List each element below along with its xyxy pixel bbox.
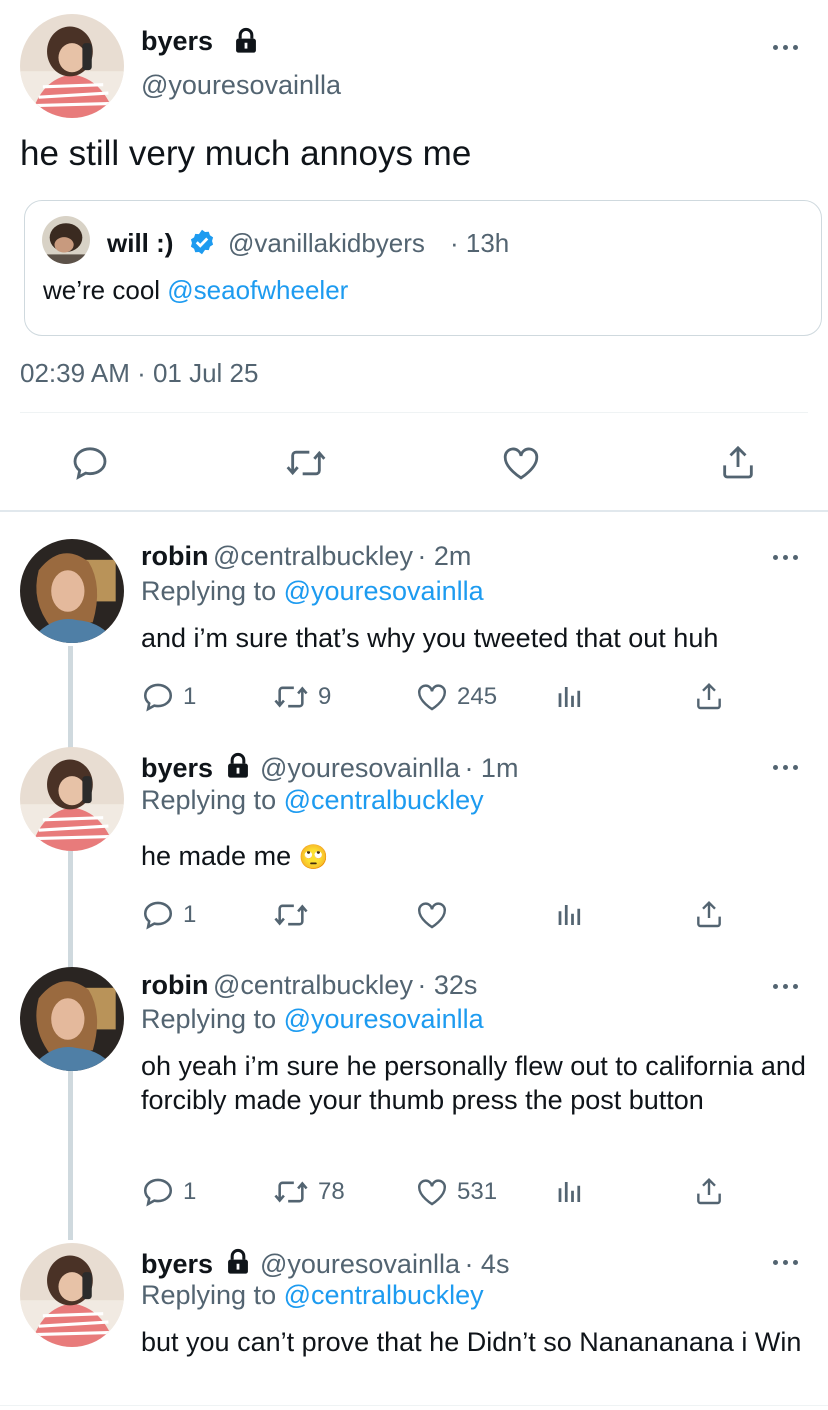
tweet-author-name[interactable]: byers xyxy=(141,26,213,57)
reply-text-body: he made me xyxy=(141,841,292,871)
replying-to-label: Replying to xyxy=(141,785,284,815)
retweet-icon xyxy=(274,686,308,708)
replying-to-label: Replying to xyxy=(141,1280,284,1310)
like-icon xyxy=(418,1179,446,1206)
replying-to-label: Replying to xyxy=(141,1004,284,1034)
quoted-text: we’re cool @seaofwheeler xyxy=(43,273,348,307)
replying-to-line: Replying to @centralbuckley xyxy=(141,785,484,816)
reply-author-name[interactable]: byers xyxy=(141,1249,213,1279)
like-icon[interactable] xyxy=(500,442,542,484)
reply-author-handle[interactable]: @youresovainlla xyxy=(260,1249,460,1279)
reply-author-handle[interactable]: @youresovainlla xyxy=(260,753,460,783)
replying-to-line: Replying to @youresovainlla xyxy=(141,1004,484,1035)
retweet-icon xyxy=(274,1181,308,1203)
reply-button[interactable]: 1 xyxy=(141,898,196,932)
quoted-text-body: we’re cool xyxy=(43,275,168,305)
replying-to-line: Replying to @centralbuckley xyxy=(141,1280,484,1311)
lock-icon xyxy=(227,1248,248,1274)
avatar-will xyxy=(42,216,90,264)
reply-icon[interactable] xyxy=(70,443,110,483)
quoted-tweet-card[interactable]: will :) @vanillakidbyers · 13h we’re coo… xyxy=(24,200,822,336)
reply-text: oh yeah i’m sure he personally flew out … xyxy=(141,1051,806,1115)
reply-author-name[interactable]: robin xyxy=(141,541,209,571)
reply-author-name[interactable]: byers xyxy=(141,753,213,783)
replying-to-line: Replying to @youresovainlla xyxy=(141,576,484,607)
reply-author-handle[interactable]: @centralbuckley xyxy=(213,541,413,571)
avatar-byers[interactable] xyxy=(20,1243,124,1347)
more-options-icon[interactable] xyxy=(773,1257,801,1267)
retweet-count: 9 xyxy=(318,683,332,710)
like-count: 531 xyxy=(457,1178,498,1205)
replying-to-link[interactable]: @centralbuckley xyxy=(284,785,484,815)
thread-line xyxy=(68,646,73,1240)
share-icon[interactable] xyxy=(693,898,725,930)
reply-author-handle[interactable]: @centralbuckley xyxy=(213,970,413,1000)
reply-2-header: byers @youresovainlla · 1m xyxy=(141,752,518,784)
retweet-count: 78 xyxy=(318,1178,345,1205)
share-icon[interactable] xyxy=(718,442,758,482)
quoted-mention-link[interactable]: @seaofwheeler xyxy=(167,275,348,305)
like-button[interactable] xyxy=(415,898,457,932)
analytics-icon[interactable] xyxy=(555,900,585,930)
replying-to-link[interactable]: @centralbuckley xyxy=(284,1280,484,1310)
lock-icon xyxy=(236,27,256,53)
reply-count: 1 xyxy=(183,683,197,710)
reply-icon xyxy=(143,1178,173,1207)
reply-text: he made me 🙄 xyxy=(141,839,329,875)
bottom-divider xyxy=(0,1405,828,1406)
quoted-author-name: will :) xyxy=(107,228,174,258)
like-button[interactable]: 531 xyxy=(415,1175,497,1209)
reply-4-header: byers @youresovainlla · 4s xyxy=(141,1248,509,1280)
like-icon xyxy=(418,684,446,711)
more-options-icon[interactable] xyxy=(773,552,801,562)
reply-icon xyxy=(143,901,173,930)
reply-time[interactable]: · 4s xyxy=(464,1249,509,1279)
retweet-icon xyxy=(274,904,308,926)
replying-to-link[interactable]: @youresovainlla xyxy=(284,576,484,606)
more-options-icon[interactable] xyxy=(773,981,801,991)
avatar-robin[interactable] xyxy=(20,539,124,643)
replying-to-link[interactable]: @youresovainlla xyxy=(284,1004,484,1034)
like-button[interactable]: 245 xyxy=(415,680,497,714)
reply-icon xyxy=(143,683,173,712)
reply-button[interactable]: 1 xyxy=(141,680,196,714)
reply-time[interactable]: · 32s xyxy=(417,970,477,1000)
avatar-byers[interactable] xyxy=(20,14,124,118)
like-icon xyxy=(418,902,446,929)
divider xyxy=(20,412,808,413)
analytics-icon[interactable] xyxy=(555,682,585,712)
tweet-author-handle[interactable]: @youresovainlla xyxy=(141,70,341,101)
replying-to-label: Replying to xyxy=(141,576,284,606)
reply-1-header: robin @centralbuckley · 2m xyxy=(141,541,471,572)
quoted-time: · 13h xyxy=(450,228,510,258)
reply-text: and i’m sure that’s why you tweeted that… xyxy=(141,623,719,653)
lock-icon xyxy=(227,752,248,778)
retweet-button[interactable]: 9 xyxy=(272,680,331,714)
like-count: 245 xyxy=(457,683,498,710)
reply-count: 1 xyxy=(183,901,197,928)
more-options-icon[interactable] xyxy=(773,762,801,772)
reply-3-header: robin @centralbuckley · 32s xyxy=(141,970,477,1001)
reply-time[interactable]: · 1m xyxy=(464,753,518,783)
avatar-byers[interactable] xyxy=(20,747,124,851)
avatar-robin[interactable] xyxy=(20,967,124,1071)
quoted-author-handle: @vanillakidbyers xyxy=(228,228,425,258)
tweet-text: he still very much annoys me xyxy=(20,134,472,173)
analytics-icon[interactable] xyxy=(555,1177,585,1207)
reply-time[interactable]: · 2m xyxy=(417,541,471,571)
retweet-button[interactable]: 78 xyxy=(272,1175,345,1209)
eye-roll-emoji: 🙄 xyxy=(298,844,329,871)
share-icon[interactable] xyxy=(693,680,725,712)
tweet-timestamp[interactable]: 02:39 AM · 01 Jul 25 xyxy=(20,358,258,389)
verified-badge-icon xyxy=(190,229,214,255)
reply-text: but you can’t prove that he Didn’t so Na… xyxy=(141,1327,802,1357)
reply-author-name[interactable]: robin xyxy=(141,970,209,1000)
section-divider xyxy=(0,510,828,512)
reply-button[interactable]: 1 xyxy=(141,1175,196,1209)
reply-count: 1 xyxy=(183,1178,197,1205)
retweet-button[interactable] xyxy=(272,898,318,932)
share-icon[interactable] xyxy=(693,1175,725,1207)
more-options-icon[interactable] xyxy=(773,42,801,52)
retweet-icon[interactable] xyxy=(284,443,328,483)
